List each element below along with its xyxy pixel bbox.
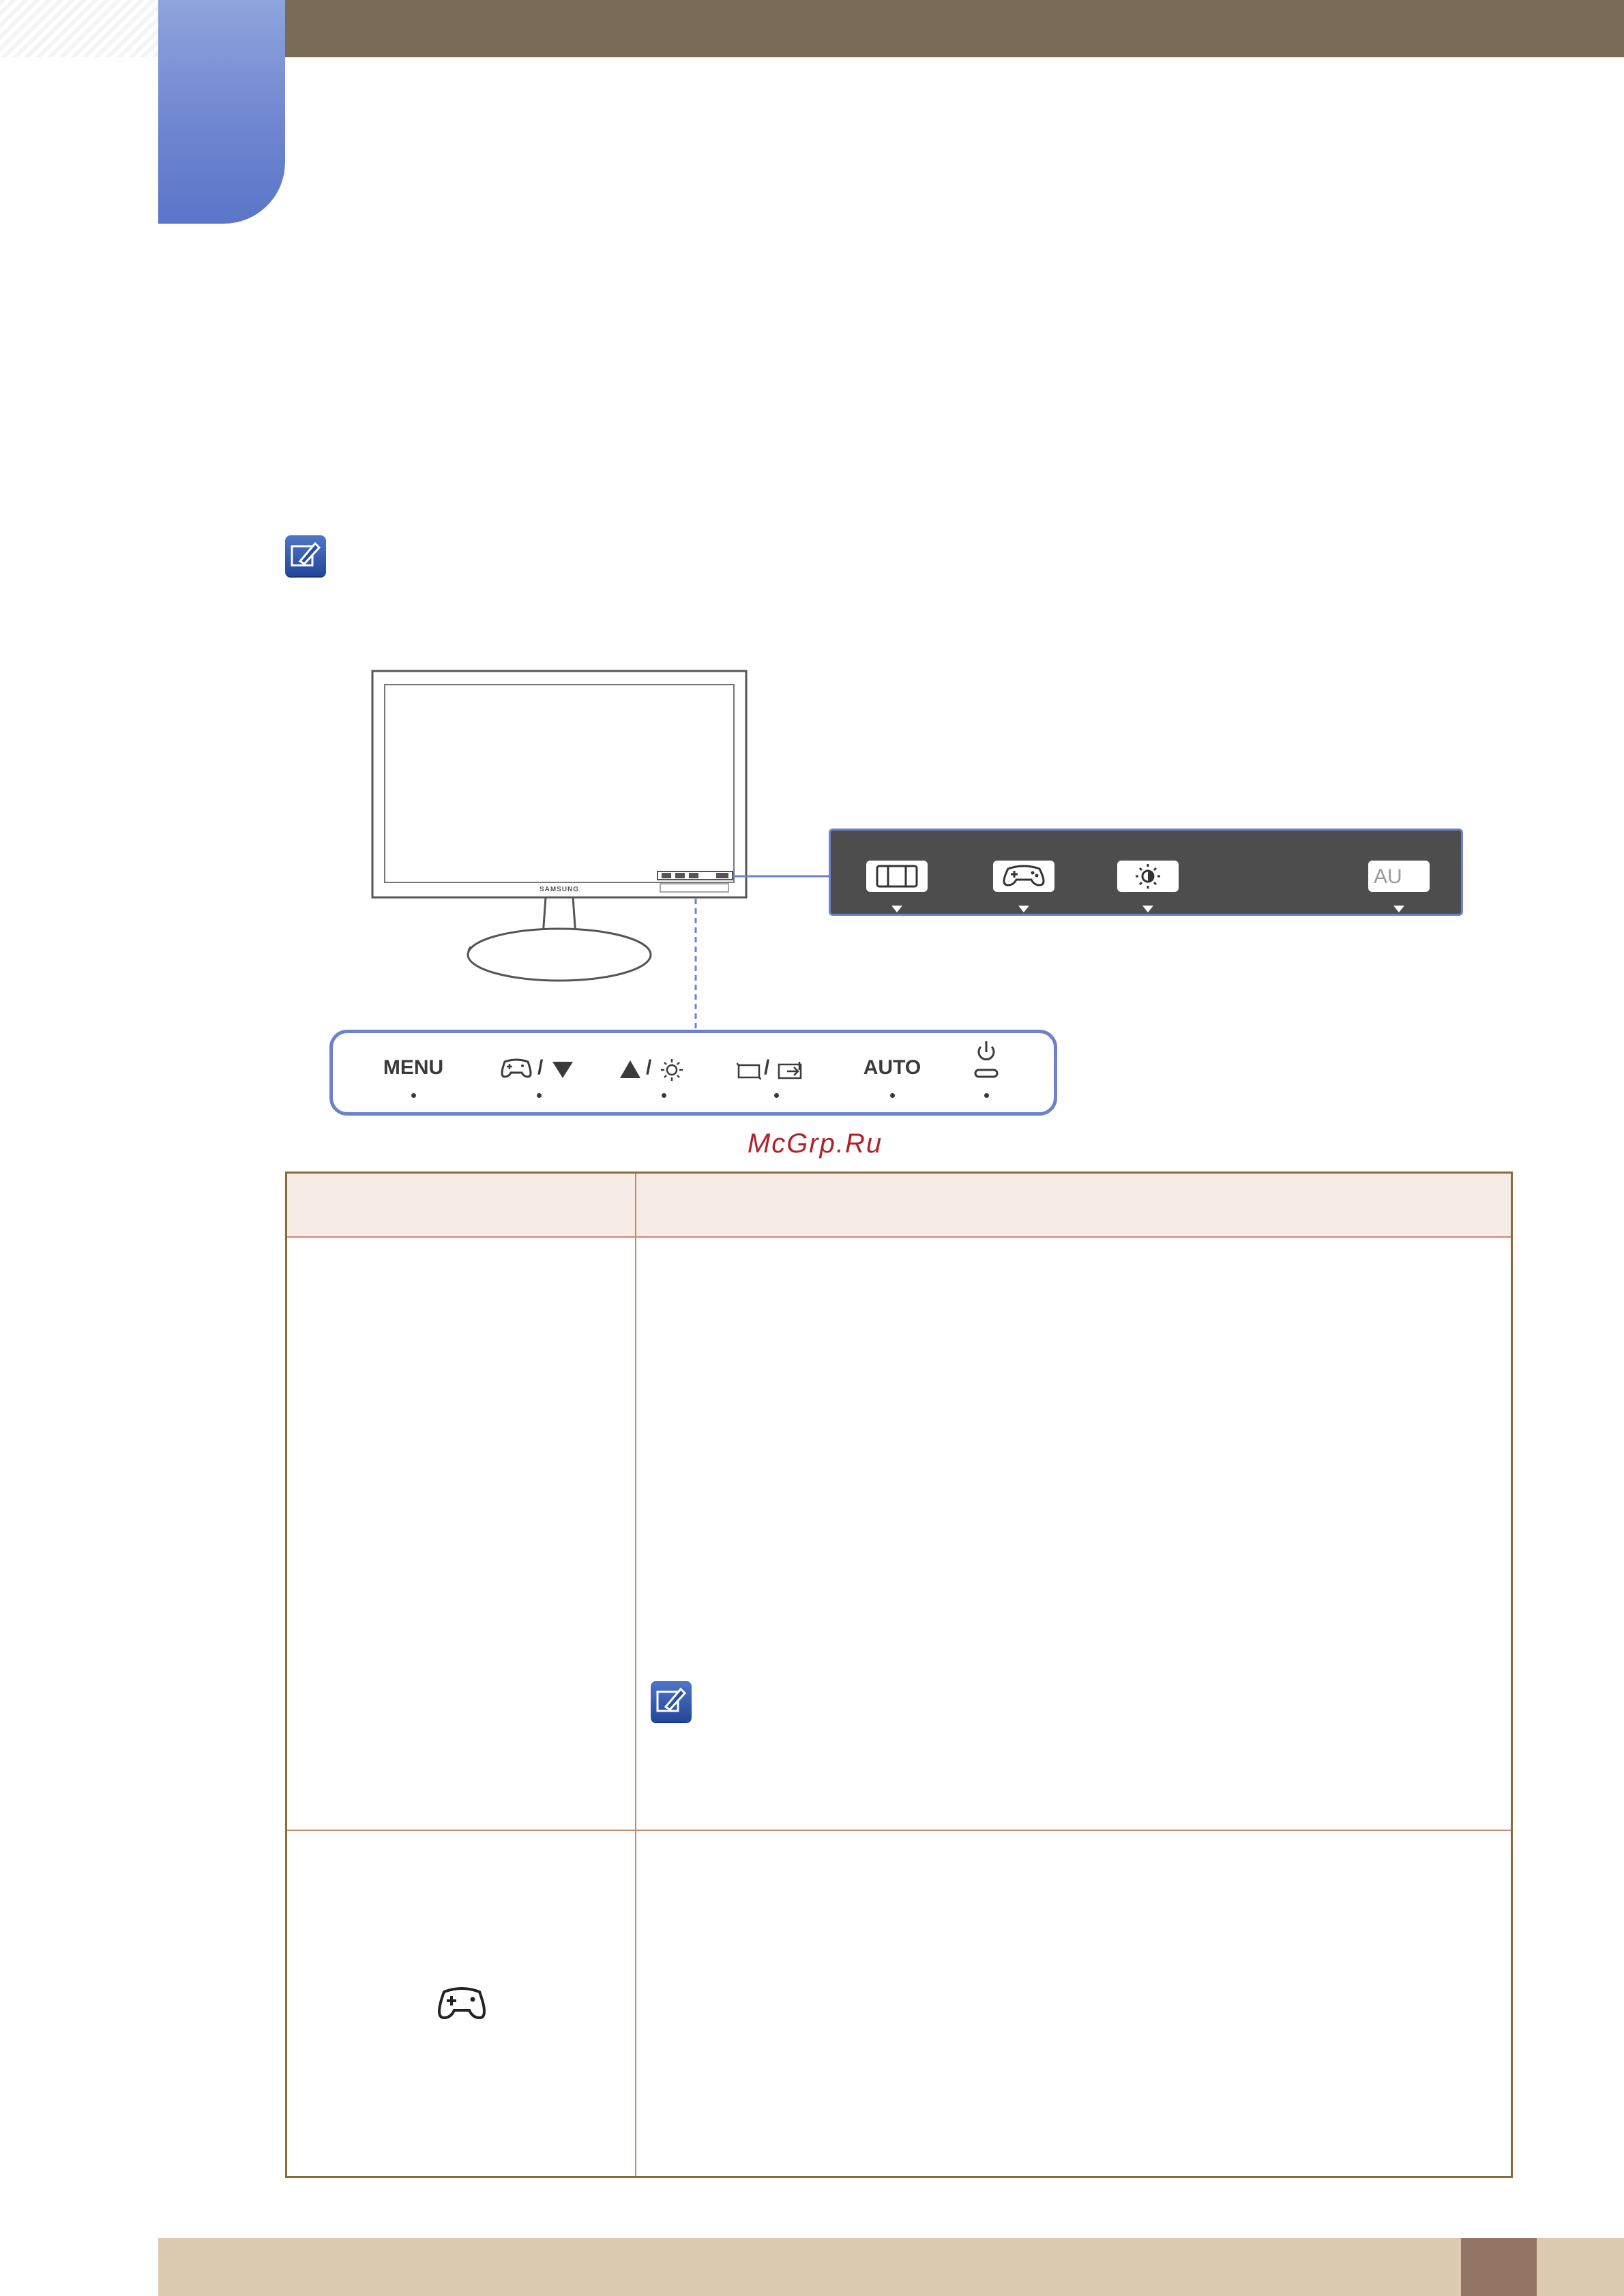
brightness-icon <box>661 1059 683 1081</box>
osd-brightness-icon <box>1117 861 1179 892</box>
osd-arrow <box>1393 906 1404 912</box>
button-dot <box>537 1093 542 1098</box>
up-brightness-button[interactable]: / <box>609 1033 718 1112</box>
menu-button[interactable]: MENU <box>359 1033 468 1112</box>
source-enter-button[interactable]: / <box>722 1033 831 1112</box>
page-number-box <box>1461 2238 1537 2296</box>
game-icon <box>501 1058 532 1078</box>
dashed-callout-line <box>694 899 697 1031</box>
monitor-brand-label: SAMSUNG <box>539 886 580 893</box>
note-icon <box>285 535 326 576</box>
button-dot <box>662 1093 666 1098</box>
header-hatch <box>0 0 158 57</box>
button-dot <box>411 1093 416 1098</box>
menu-button-label: MENU <box>383 1056 444 1079</box>
table-row-divider <box>287 1830 1511 1831</box>
game-down-button[interactable]: / <box>484 1033 593 1112</box>
table-header-row <box>287 1174 1511 1238</box>
separator-slash: / <box>764 1056 770 1079</box>
power-button[interactable] <box>945 1033 1027 1112</box>
power-icon <box>974 1041 999 1078</box>
front-buttons-panel: MENU / / / AUTO <box>329 1030 1057 1116</box>
down-triangle-icon <box>552 1062 573 1078</box>
osd-arrow <box>1142 906 1153 912</box>
osd-game-icon <box>993 861 1054 892</box>
game-icon <box>438 1987 486 2020</box>
osd-auto-icon: AU <box>1368 861 1430 892</box>
enter-icon <box>778 1062 802 1079</box>
separator-slash: / <box>537 1056 544 1079</box>
header-band <box>285 0 1624 57</box>
footer-band <box>158 2238 1624 2296</box>
table-column-divider <box>635 1174 636 2176</box>
power-led <box>974 1069 999 1078</box>
button-dot <box>774 1093 779 1098</box>
chapter-tab <box>158 0 285 224</box>
note-icon <box>651 1681 692 1722</box>
osd-guide: AU <box>829 829 1463 916</box>
osd-auto-label: AU <box>1374 865 1402 888</box>
up-triangle-icon <box>620 1060 640 1078</box>
button-dot <box>984 1093 989 1098</box>
watermark: McGrp.Ru <box>747 1129 883 1159</box>
buttons-table <box>285 1172 1513 2178</box>
auto-button-label: AUTO <box>863 1056 921 1079</box>
osd-menu-icon <box>866 861 928 892</box>
source-icon <box>737 1062 761 1079</box>
button-dot <box>890 1093 895 1098</box>
callout-lines <box>733 875 832 878</box>
osd-arrow <box>891 906 902 912</box>
separator-slash: / <box>646 1056 652 1079</box>
auto-button[interactable]: AUTO <box>838 1033 947 1112</box>
osd-arrow <box>1018 906 1029 912</box>
